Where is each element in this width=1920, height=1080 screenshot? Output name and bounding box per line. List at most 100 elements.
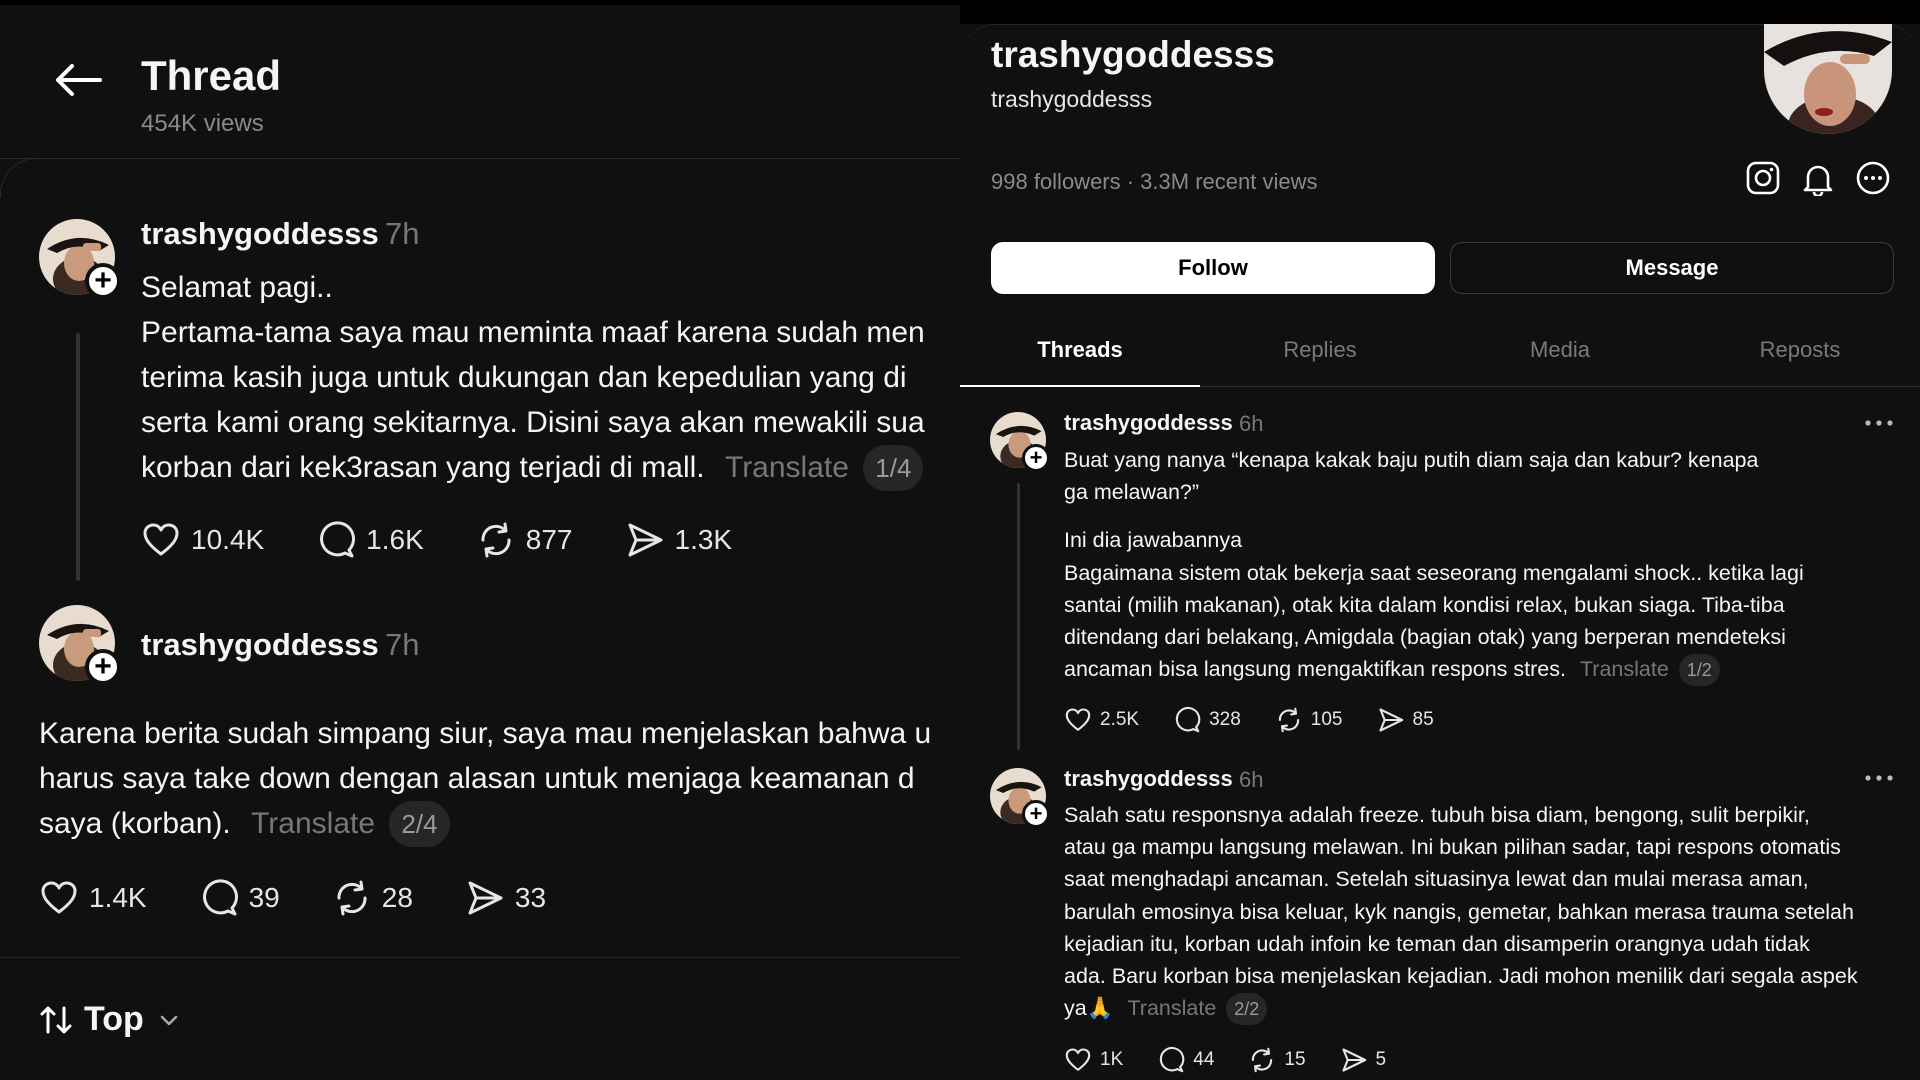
- profile-panel: trashygoddesss trashygoddesss 998 follow…: [960, 0, 1920, 1080]
- translate-link[interactable]: Translate: [1127, 996, 1216, 1020]
- avatar[interactable]: +: [990, 412, 1050, 472]
- like-count: 2.5K: [1100, 709, 1140, 730]
- send-icon: [1378, 708, 1403, 732]
- reply-button[interactable]: 1.6K: [316, 520, 424, 560]
- post-line: Bagaimana sistem otak bekerja saat seseo…: [1064, 560, 1804, 585]
- repost-count: 877: [525, 524, 573, 555]
- profile-tabs: Threads Replies Media Reposts: [960, 320, 1920, 387]
- card-corner: [0, 158, 40, 198]
- like-button[interactable]: 1K: [1064, 1046, 1123, 1074]
- avatar[interactable]: +: [39, 219, 121, 299]
- post-line: ada. Baru korban bisa menjelaskan kejadi…: [1064, 964, 1858, 989]
- follow-plus-icon[interactable]: +: [85, 649, 121, 685]
- post-time: 6h: [1239, 411, 1264, 436]
- translate-link[interactable]: Translate: [1580, 657, 1669, 681]
- repost-icon: [337, 880, 367, 916]
- post-line: Pertama-tama saya mau meminta maaf karen…: [141, 316, 925, 349]
- top-strip: [960, 0, 1920, 24]
- post-time: 7h: [385, 627, 420, 662]
- post-line: ancaman bisa langsung mengaktifkan respo…: [1064, 657, 1566, 682]
- repost-count: 105: [1310, 709, 1343, 730]
- post-username[interactable]: trashygoddesss: [141, 627, 379, 663]
- page-indicator: 2/2: [1226, 993, 1268, 1026]
- reply-button[interactable]: 39: [199, 878, 280, 918]
- tab-reposts[interactable]: Reposts: [1680, 320, 1920, 386]
- share-count: 85: [1412, 709, 1434, 730]
- like-button[interactable]: 10.4K: [141, 520, 264, 560]
- view-count: 454K views: [141, 110, 264, 137]
- comment-icon: [320, 521, 356, 558]
- repost-button[interactable]: 877: [476, 520, 573, 560]
- follow-plus-icon[interactable]: +: [85, 263, 121, 299]
- share-button[interactable]: 1.3K: [625, 520, 733, 560]
- bell-icon[interactable]: [1800, 160, 1836, 196]
- share-button[interactable]: 85: [1377, 706, 1434, 734]
- post-line: Buat yang nanya “kenapa kakak baju putih…: [1064, 448, 1759, 472]
- share-button[interactable]: 5: [1340, 1046, 1386, 1074]
- thread-panel: Thread 454K views + trashygoddesss 7h Se…: [0, 0, 960, 1080]
- more-icon[interactable]: [1864, 418, 1894, 428]
- post-line: serta kami orang sekitarnya. Disini saya…: [141, 406, 925, 439]
- post-time: 6h: [1239, 767, 1264, 792]
- profile-icon-row: [1745, 160, 1910, 196]
- follower-stats[interactable]: 998 followers · 3.3M recent views: [991, 169, 1317, 195]
- post-line: korban dari kek3rasan yang terjadi di ma…: [141, 451, 705, 484]
- header-divider: [0, 158, 960, 159]
- post-line: Karena berita sudah simpang siur, saya m…: [39, 717, 932, 750]
- post-line: kejadian itu, korban udah infoin ke tema…: [1064, 931, 1810, 956]
- repost-button[interactable]: 105: [1275, 706, 1343, 734]
- post-username[interactable]: trashygoddesss: [1064, 410, 1233, 436]
- like-count: 10.4K: [191, 524, 265, 555]
- post-actions: 1.4K 39 28 33: [39, 878, 598, 918]
- post-body: Selamat pagi.. Pertama-tama saya mau mem…: [141, 265, 925, 491]
- post-line: ditendang dari belakang, Amigdala (bagia…: [1064, 625, 1786, 650]
- follow-plus-icon[interactable]: +: [1022, 444, 1050, 472]
- comment-icon: [1160, 1047, 1185, 1073]
- message-button[interactable]: Message: [1450, 242, 1894, 294]
- section-divider: [0, 957, 960, 958]
- reply-button[interactable]: 44: [1157, 1046, 1214, 1074]
- profile-avatar[interactable]: [1764, 24, 1892, 134]
- post-username[interactable]: trashygoddesss: [1064, 766, 1233, 792]
- like-button[interactable]: 1.4K: [39, 878, 147, 918]
- post-line: Selamat pagi..: [141, 271, 333, 304]
- more-options-icon[interactable]: [1855, 160, 1891, 196]
- more-icon[interactable]: [1864, 773, 1894, 783]
- tab-replies[interactable]: Replies: [1200, 320, 1440, 386]
- page-indicator: 1/2: [1678, 654, 1720, 687]
- reply-count: 328: [1209, 709, 1241, 730]
- repost-count: 15: [1284, 1049, 1306, 1070]
- share-count: 33: [514, 882, 547, 913]
- reply-count: 44: [1193, 1049, 1215, 1070]
- follow-button[interactable]: Follow: [991, 242, 1435, 294]
- sort-arrows-icon: [40, 1006, 72, 1033]
- post-actions: 1K 44 15 5: [1064, 1046, 1420, 1074]
- reply-button[interactable]: 328: [1173, 706, 1241, 734]
- send-icon: [468, 881, 503, 915]
- share-count: 1.3K: [674, 524, 733, 555]
- post-line: saat menghadapi ancaman. Setelah situasi…: [1064, 867, 1809, 892]
- back-arrow-icon[interactable]: [50, 58, 106, 102]
- like-button[interactable]: 2.5K: [1064, 706, 1139, 734]
- avatar[interactable]: +: [39, 605, 121, 685]
- repost-button[interactable]: 28: [332, 878, 413, 918]
- instagram-icon[interactable]: [1745, 160, 1781, 196]
- follow-plus-icon[interactable]: +: [1022, 800, 1050, 828]
- page-indicator: 2/4: [389, 801, 450, 847]
- tab-media[interactable]: Media: [1440, 320, 1680, 386]
- repost-button[interactable]: 15: [1248, 1046, 1306, 1074]
- heart-icon: [1065, 708, 1091, 731]
- profile-name: trashygoddesss: [991, 34, 1275, 75]
- sort-dropdown[interactable]: Top: [38, 1000, 180, 1039]
- tab-threads[interactable]: Threads: [960, 320, 1200, 387]
- translate-link[interactable]: Translate: [251, 807, 375, 840]
- page-indicator: 1/4: [863, 445, 924, 491]
- avatar[interactable]: +: [990, 768, 1050, 828]
- post-line: harus saya take down dengan alasan untuk…: [39, 762, 915, 795]
- post-username[interactable]: trashygoddesss: [141, 216, 379, 252]
- heart-icon: [41, 881, 77, 914]
- share-button[interactable]: 33: [465, 878, 546, 918]
- post-line: ga melawan?”: [1064, 480, 1200, 505]
- post-line: ya🙏: [1064, 996, 1114, 1021]
- translate-link[interactable]: Translate: [725, 451, 849, 484]
